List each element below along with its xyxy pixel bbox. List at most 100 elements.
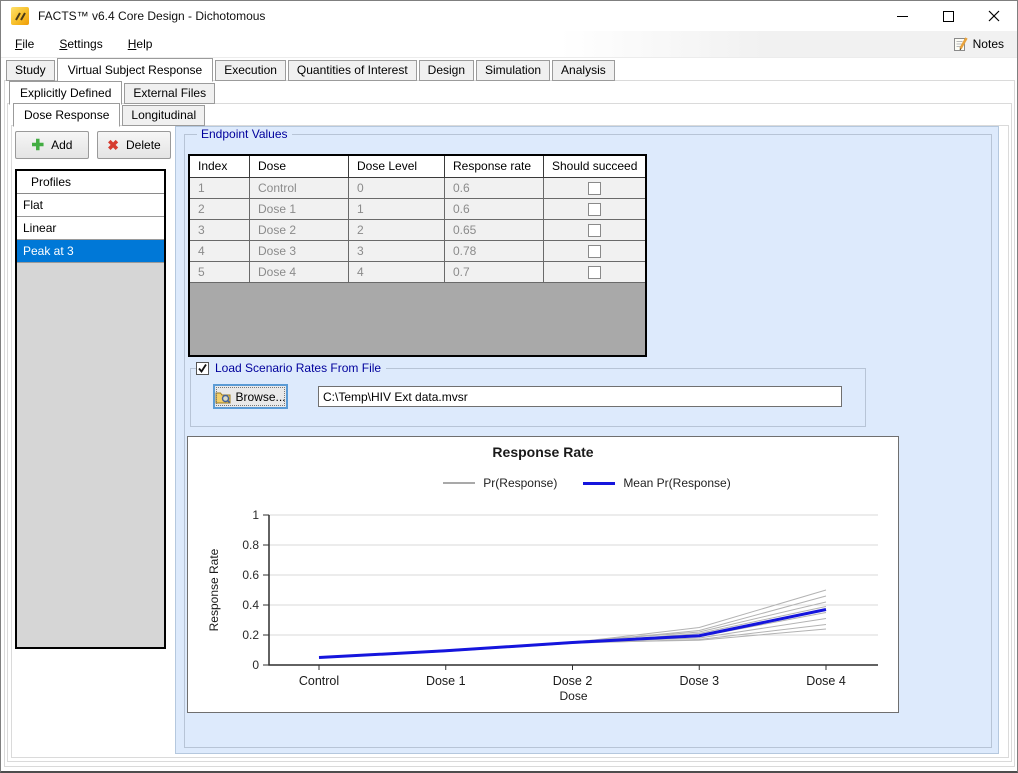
x-category-label: Dose 4 <box>806 674 846 688</box>
cell-dose: Dose 4 <box>250 262 349 283</box>
tab-simulation[interactable]: Simulation <box>476 60 550 81</box>
cell-should-succeed <box>544 199 645 220</box>
cell-should-succeed <box>544 220 645 241</box>
profile-item-linear[interactable]: Linear <box>17 217 164 240</box>
delete-button[interactable]: ✖ Delete <box>97 131 171 159</box>
add-button[interactable]: ✚ Add <box>15 131 89 159</box>
application-window: FACTS™ v6.4 Core Design - Dichotomous Fi… <box>0 0 1018 773</box>
maximize-button[interactable] <box>925 1 971 31</box>
tab-execution[interactable]: Execution <box>215 60 286 81</box>
menu-help[interactable]: Help <box>117 32 164 56</box>
endpoint-table: IndexDoseDose LevelResponse rateShould s… <box>188 154 647 357</box>
cell-response_rate: 0.7 <box>445 262 544 283</box>
main-tabstrip: StudyVirtual Subject ResponseExecutionQu… <box>6 58 617 81</box>
col-header-dose-level: Dose Level <box>349 156 445 178</box>
browse-button[interactable]: Browse... <box>213 384 288 409</box>
notes-icon <box>953 36 969 52</box>
menu-settings[interactable]: Settings <box>48 32 113 56</box>
profiles-listbox: Profiles FlatLinearPeak at 3 <box>15 169 166 649</box>
should-succeed-checkbox[interactable] <box>588 182 601 195</box>
profile-item-flat[interactable]: Flat <box>17 194 164 217</box>
notes-button[interactable]: Notes <box>948 33 1009 55</box>
y-tick-label: 0 <box>252 658 259 672</box>
table-row: 5Dose 440.7 <box>190 262 645 283</box>
cell-dose_level: 1 <box>349 199 445 220</box>
content-panel: Endpoint Values IndexDoseDose LevelRespo… <box>175 126 999 754</box>
should-succeed-checkbox[interactable] <box>588 266 601 279</box>
cell-index: 1 <box>190 178 250 199</box>
y-tick-label: 0.8 <box>242 538 259 552</box>
subsubtab-dose-response[interactable]: Dose Response <box>13 103 120 127</box>
profile-item-peak-at-3[interactable]: Peak at 3 <box>17 240 164 263</box>
series-pr-response <box>319 607 826 658</box>
subtab-external-files[interactable]: External Files <box>124 83 215 104</box>
x-category-label: Dose 1 <box>426 674 466 688</box>
x-category-label: Dose 3 <box>679 674 719 688</box>
load-file-header: Load Scenario Rates From File <box>196 361 386 375</box>
add-label: Add <box>51 138 72 152</box>
col-header-should-succeed: Should succeed <box>544 156 645 178</box>
y-tick-label: 0.6 <box>242 568 259 582</box>
should-succeed-checkbox[interactable] <box>588 224 601 237</box>
cell-dose_level: 2 <box>349 220 445 241</box>
menu-bar: File Settings Help Notes <box>1 31 1017 58</box>
window-controls <box>879 1 1017 31</box>
subsubtab-longitudinal[interactable]: Longitudinal <box>122 105 205 126</box>
table-row: 3Dose 220.65 <box>190 220 645 241</box>
minimize-icon <box>897 16 908 17</box>
cell-response_rate: 0.65 <box>445 220 544 241</box>
cell-dose: Dose 2 <box>250 220 349 241</box>
menu-file[interactable]: File <box>4 32 45 56</box>
cell-response_rate: 0.6 <box>445 178 544 199</box>
close-icon <box>988 10 1000 22</box>
should-succeed-checkbox[interactable] <box>588 245 601 258</box>
tab-analysis[interactable]: Analysis <box>552 60 615 81</box>
cell-dose_level: 3 <box>349 241 445 262</box>
defined-tabstrip: Dose ResponseLongitudinal <box>13 104 207 126</box>
browse-label: Browse... <box>235 390 285 404</box>
cell-index: 4 <box>190 241 250 262</box>
cell-response_rate: 0.78 <box>445 241 544 262</box>
check-icon <box>197 363 208 374</box>
load-file-label: Load Scenario Rates From File <box>215 361 381 375</box>
tab-quantities-of-interest[interactable]: Quantities of Interest <box>288 60 417 81</box>
window-title: FACTS™ v6.4 Core Design - Dichotomous <box>38 9 265 23</box>
cell-dose: Dose 3 <box>250 241 349 262</box>
cell-should-succeed <box>544 262 645 283</box>
delete-x-icon: ✖ <box>107 138 119 152</box>
x-axis-label: Dose <box>559 689 587 703</box>
minimize-button[interactable] <box>879 1 925 31</box>
cell-index: 3 <box>190 220 250 241</box>
cell-should-succeed <box>544 178 645 199</box>
tab-design[interactable]: Design <box>419 60 474 81</box>
close-button[interactable] <box>971 1 1017 31</box>
x-category-label: Control <box>299 674 339 688</box>
subtab-explicitly-defined[interactable]: Explicitly Defined <box>9 81 122 105</box>
cell-dose: Dose 1 <box>250 199 349 220</box>
response-rate-chart: Response Rate Pr(Response)Mean Pr(Respon… <box>187 436 899 713</box>
chart-svg: 00.20.40.60.81ControlDose 1Dose 2Dose 3D… <box>188 437 900 714</box>
y-axis-label: Response Rate <box>207 548 221 631</box>
y-tick-label: 0.4 <box>242 598 259 612</box>
table-row: 4Dose 330.78 <box>190 241 645 262</box>
profiles-list: FlatLinearPeak at 3 <box>17 194 164 263</box>
response-tabstrip: Explicitly DefinedExternal Files <box>9 82 217 104</box>
cell-index: 2 <box>190 199 250 220</box>
tab-study[interactable]: Study <box>6 60 55 81</box>
browse-folder-icon <box>215 390 231 404</box>
x-category-label: Dose 2 <box>553 674 593 688</box>
notes-label: Notes <box>973 37 1004 51</box>
file-path-input[interactable] <box>318 386 842 407</box>
endpoint-values-label: Endpoint Values <box>197 127 292 141</box>
cell-dose_level: 4 <box>349 262 445 283</box>
tab-virtual-subject-response[interactable]: Virtual Subject Response <box>57 58 214 82</box>
cell-dose_level: 0 <box>349 178 445 199</box>
cell-index: 5 <box>190 262 250 283</box>
table-row: 2Dose 110.6 <box>190 199 645 220</box>
profiles-list-header: Profiles <box>17 171 164 194</box>
load-file-checkbox[interactable] <box>196 362 209 375</box>
should-succeed-checkbox[interactable] <box>588 203 601 216</box>
table-header-row: IndexDoseDose LevelResponse rateShould s… <box>190 156 645 178</box>
title-bar: FACTS™ v6.4 Core Design - Dichotomous <box>1 1 1017 31</box>
table-row: 1Control00.6 <box>190 178 645 199</box>
